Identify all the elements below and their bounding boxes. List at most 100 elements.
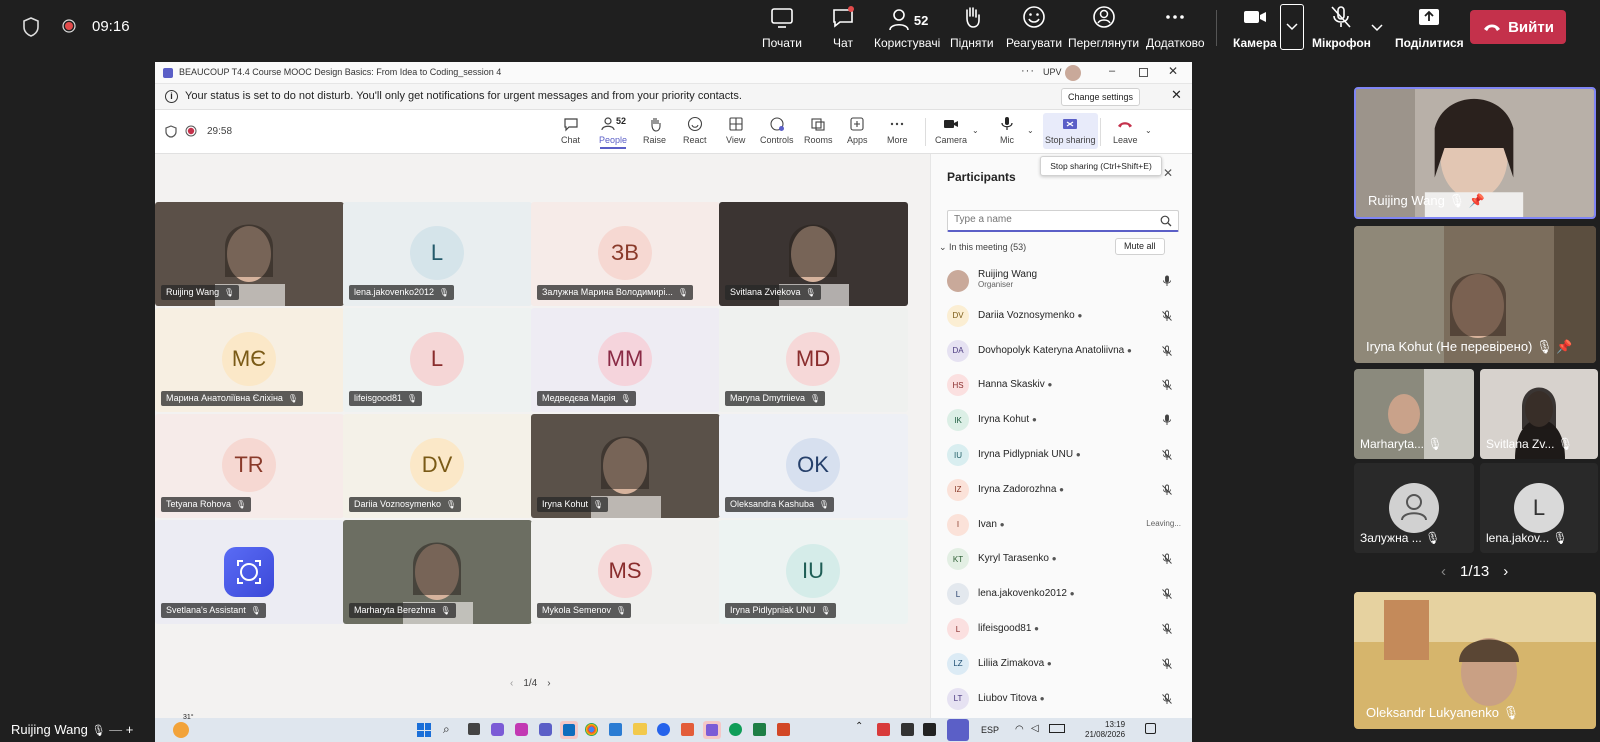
- participant-tile[interactable]: Svitlana Zviekova 🎙: [719, 202, 908, 306]
- prev-page-icon[interactable]: ‹: [1441, 563, 1446, 580]
- rail-tile-svitlana[interactable]: Svitlana Zv... 🎙: [1480, 369, 1598, 459]
- participant-row[interactable]: DV Dariia Voznosymenko ●: [931, 299, 1192, 333]
- add-icon[interactable]: +: [126, 722, 134, 737]
- mic-icon[interactable]: [1161, 414, 1173, 426]
- chevron-up-icon[interactable]: ⌃: [855, 721, 863, 732]
- volume-icon[interactable]: ◁: [1031, 723, 1039, 734]
- mic-off-icon[interactable]: [1161, 658, 1173, 670]
- participant-tile[interactable]: Svetlana's Assistant 🎙: [155, 520, 344, 624]
- notice-close-icon[interactable]: ✕: [1171, 87, 1182, 103]
- mic-options-chevron-icon[interactable]: [1371, 24, 1383, 32]
- prev-page-icon[interactable]: ‹: [510, 678, 513, 689]
- participant-row[interactable]: Llena.jakovenko2012 ●: [931, 577, 1192, 611]
- app-icon[interactable]: [681, 723, 694, 736]
- mic-off-icon[interactable]: [1161, 553, 1173, 565]
- app-icon[interactable]: [657, 723, 670, 736]
- apps-button[interactable]: Apps: [847, 116, 868, 145]
- copilot-icon[interactable]: [515, 723, 528, 736]
- more-button[interactable]: Додатково: [1146, 4, 1205, 52]
- camera-chevron-icon[interactable]: ⌄: [972, 126, 979, 135]
- participant-tile[interactable]: TR Tetyana Rohova 🎙: [155, 414, 344, 518]
- participant-row[interactable]: DA Dovhopolyk Kateryna Anatoliivna ●: [931, 334, 1192, 368]
- controls-button[interactable]: Controls: [760, 116, 794, 145]
- view-button[interactable]: Переглянути: [1068, 4, 1139, 52]
- panel-close-icon[interactable]: ✕: [1163, 166, 1173, 180]
- notifications-icon[interactable]: [1145, 723, 1156, 734]
- rail-tile-lena[interactable]: L lena.jakov... 🎙: [1480, 463, 1598, 553]
- task-view-icon[interactable]: [468, 723, 480, 735]
- mic-off-icon[interactable]: [1161, 484, 1173, 496]
- mic-off-icon[interactable]: [1161, 623, 1173, 635]
- people-button[interactable]: 52 Користувачі: [874, 4, 940, 52]
- edge-icon[interactable]: [729, 723, 742, 736]
- mute-all-button[interactable]: Mute all: [1115, 238, 1165, 255]
- participant-row[interactable]: IK Iryna Kohut ●: [931, 403, 1192, 437]
- powerpoint-icon[interactable]: [777, 723, 790, 736]
- participant-tile[interactable]: IU Iryna Pidlypniak UNU 🎙: [719, 520, 908, 624]
- in-meeting-section[interactable]: ⌄ In this meeting (53): [939, 242, 1026, 253]
- camera-button[interactable]: Camera: [935, 116, 967, 145]
- mic-icon[interactable]: [1161, 275, 1173, 287]
- leave-button[interactable]: Вийти: [1470, 10, 1566, 44]
- leave-chevron-icon[interactable]: ⌄: [1145, 126, 1152, 135]
- camera-options-button[interactable]: [1280, 4, 1304, 50]
- participant-row[interactable]: KT Kyryl Tarasenko ●: [931, 542, 1192, 576]
- close-icon[interactable]: ✕: [1168, 64, 1178, 78]
- rail-tile-oleksandr[interactable]: Oleksandr Lukyanenko 🎙: [1354, 592, 1596, 729]
- participant-tile[interactable]: DV Dariia Voznosymenko 🎙: [343, 414, 532, 518]
- app-icon[interactable]: [609, 723, 622, 736]
- tray-icon[interactable]: [877, 723, 890, 736]
- view-button[interactable]: View: [726, 116, 745, 145]
- people-button[interactable]: 52 People: [599, 116, 627, 149]
- weather-icon[interactable]: [173, 722, 189, 738]
- taskbar-clock[interactable]: 13:19 21/08/2026: [1085, 720, 1125, 740]
- share-start-button[interactable]: Почати: [762, 4, 802, 52]
- rooms-button[interactable]: Rooms: [804, 116, 833, 145]
- participant-tile[interactable]: OK Oleksandra Kashuba 🎙: [719, 414, 908, 518]
- next-page-icon[interactable]: ›: [1503, 563, 1508, 580]
- mic-button[interactable]: Мікрофон: [1312, 4, 1371, 52]
- more-button[interactable]: More: [887, 116, 908, 145]
- teams-classic-icon[interactable]: [539, 723, 552, 736]
- stop-sharing-button[interactable]: Stop sharing: [1043, 113, 1098, 149]
- tray-icon[interactable]: [901, 723, 914, 736]
- participant-tile[interactable]: ЗВ Залужна Марина Володимирі... 🎙: [531, 202, 720, 306]
- participant-tile[interactable]: Llena.jakovenko2012 🎙: [343, 202, 532, 306]
- react-button[interactable]: Реагувати: [1006, 4, 1062, 52]
- outlook-active-tab[interactable]: [560, 721, 578, 739]
- mic-tray-icon[interactable]: [947, 719, 969, 741]
- raise-hand-button[interactable]: Підняти: [950, 4, 994, 52]
- mic-chevron-icon[interactable]: ⌄: [1027, 126, 1034, 135]
- teams-icon[interactable]: [491, 723, 504, 736]
- mic-off-icon[interactable]: [1161, 449, 1173, 461]
- participant-row[interactable]: HS Hanna Skaskiv ●: [931, 368, 1192, 402]
- participant-row[interactable]: IU Iryna Pidlypniak UNU ●: [931, 438, 1192, 472]
- participant-row[interactable]: LZ Liliia Zimakova ●: [931, 647, 1192, 681]
- participant-row[interactable]: IZ Iryna Zadorozhna ●: [931, 473, 1192, 507]
- chat-button[interactable]: Chat: [561, 116, 580, 145]
- windows-start-icon[interactable]: [417, 723, 431, 737]
- participant-tile[interactable]: MS Mykola Semenov 🎙: [531, 520, 720, 624]
- participant-tile[interactable]: MD Maryna Dmytriieva 🎙: [719, 308, 908, 412]
- battery-icon[interactable]: [1049, 724, 1065, 733]
- camera-button[interactable]: Камера: [1233, 4, 1277, 52]
- participant-row[interactable]: LT Liubov Titova ●: [931, 682, 1192, 716]
- rail-tile-zaluzhna[interactable]: Залужна ... 🎙: [1354, 463, 1474, 553]
- rail-tile-ruijing[interactable]: Ruijing Wang 🎙 📌: [1354, 87, 1596, 219]
- rail-tile-marharyta[interactable]: Marharyta... 🎙: [1354, 369, 1474, 459]
- share-button[interactable]: Поділитися: [1395, 4, 1464, 52]
- participant-tile[interactable]: Ruijing Wang 🎙: [155, 202, 344, 306]
- search-input[interactable]: [954, 214, 1154, 225]
- react-button[interactable]: React: [683, 116, 707, 145]
- change-settings-button[interactable]: Change settings: [1061, 88, 1141, 106]
- excel-icon[interactable]: [753, 723, 766, 736]
- mic-button[interactable]: Mic: [999, 116, 1015, 145]
- next-page-icon[interactable]: ›: [547, 678, 550, 689]
- wifi-icon[interactable]: ◠: [1015, 724, 1024, 735]
- mic-off-icon[interactable]: [1161, 693, 1173, 705]
- chrome-icon[interactable]: [585, 723, 598, 736]
- mic-off-icon[interactable]: [1161, 588, 1173, 600]
- language-indicator[interactable]: ESP: [981, 725, 999, 735]
- participant-tile[interactable]: Llifeisgood81 🎙: [343, 308, 532, 412]
- chat-button[interactable]: Чат: [830, 4, 856, 52]
